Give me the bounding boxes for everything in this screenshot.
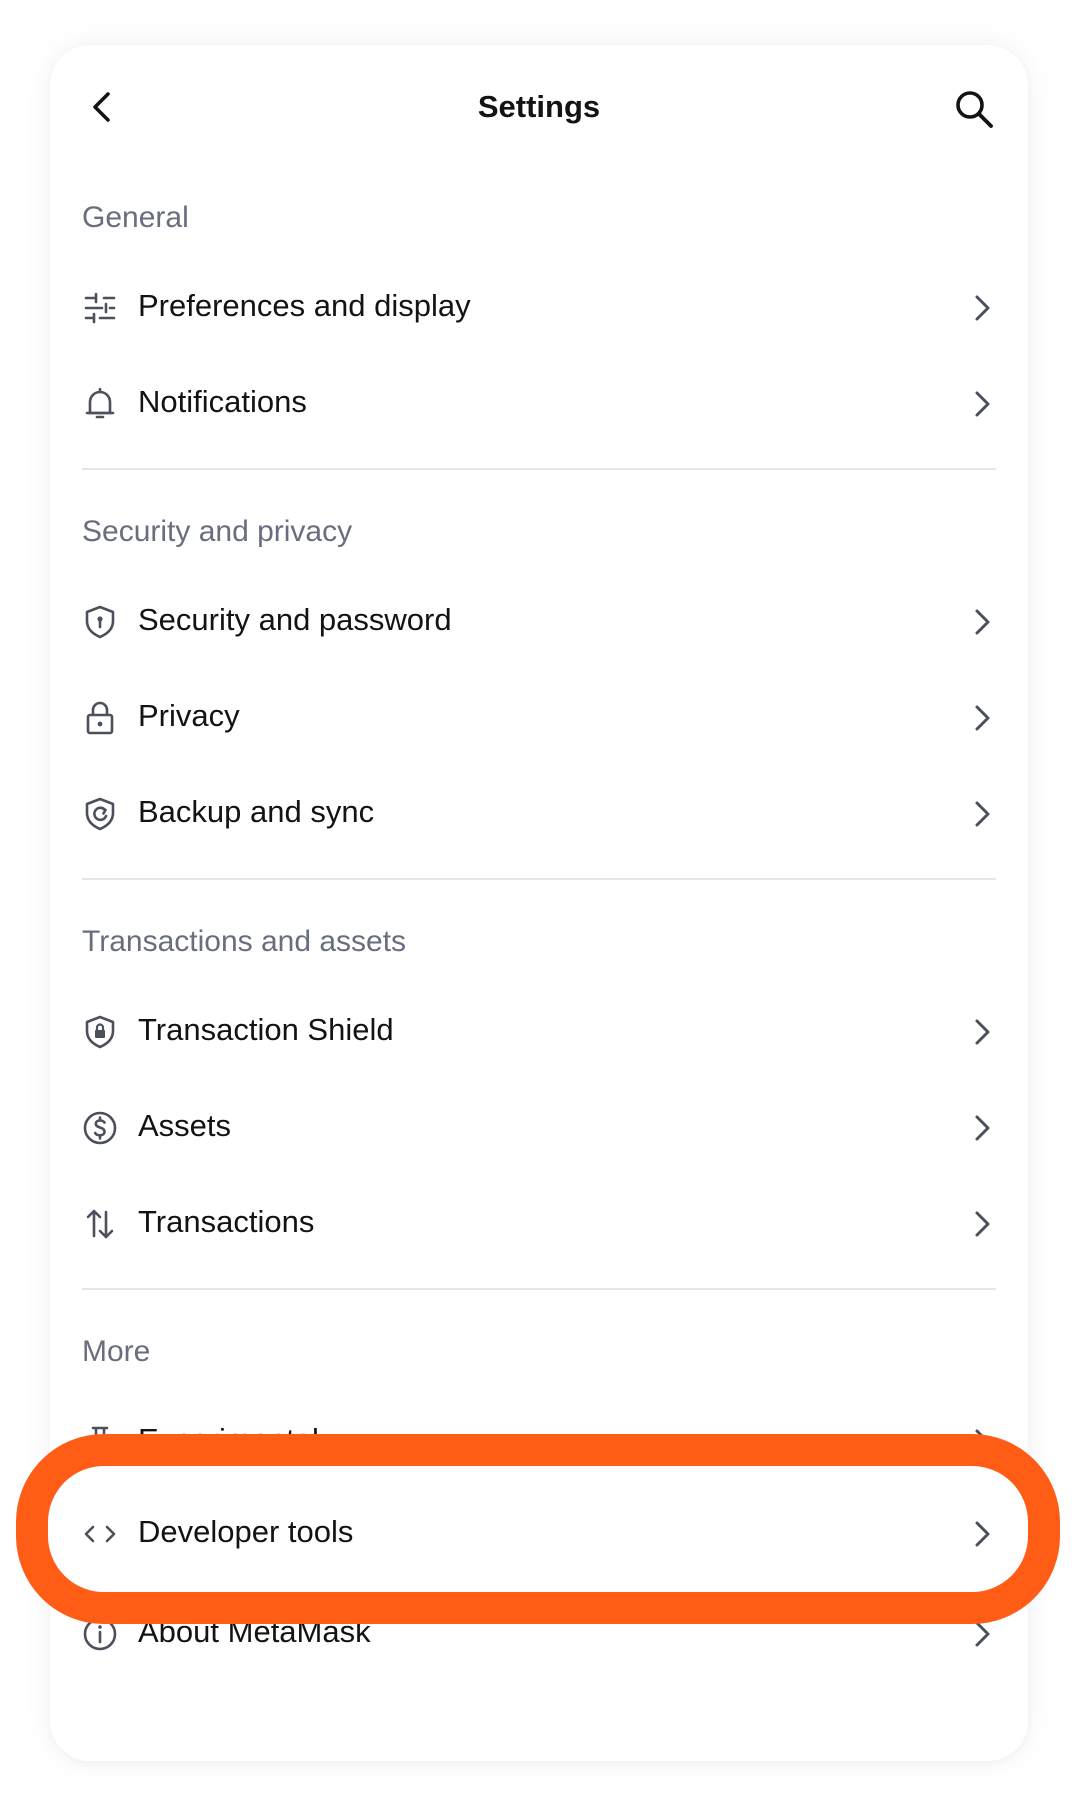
chevron-right-icon — [966, 1112, 998, 1144]
search-button[interactable] — [952, 87, 996, 131]
settings-item-notifications[interactable]: Notifications — [50, 356, 1028, 452]
section-label-general: General — [82, 201, 189, 234]
settings-item-experimental[interactable]: Experimental — [50, 1394, 1028, 1490]
settings-item-security-password[interactable]: Security and password — [50, 574, 1028, 670]
chevron-right-icon — [966, 388, 998, 420]
info-icon — [82, 1616, 118, 1652]
sliders-icon — [82, 290, 118, 326]
settings-item-label: Privacy — [138, 698, 240, 733]
page-title: Settings — [477, 89, 601, 124]
bell-icon — [82, 386, 118, 422]
chevron-right-icon — [966, 292, 998, 324]
settings-item-assets[interactable]: Assets — [50, 1080, 1028, 1176]
shield-lock-icon — [82, 1014, 118, 1050]
chevron-right-icon — [966, 1208, 998, 1240]
settings-item-transactions[interactable]: Transactions — [50, 1176, 1028, 1272]
developer-tools-row-content: Developer tools — [50, 1486, 1028, 1582]
settings-item-label: Transaction Shield — [138, 1012, 394, 1047]
chevron-right-icon — [966, 606, 998, 638]
header: Settings — [50, 45, 1028, 170]
chevron-right-icon — [966, 1518, 998, 1550]
settings-item-transaction-shield[interactable]: Transaction Shield — [50, 984, 1028, 1080]
section-label-security: Security and privacy — [82, 515, 353, 548]
settings-item-preferences[interactable]: Preferences and display — [50, 260, 1028, 356]
lock-icon — [82, 700, 118, 736]
section-label-transactions: Transactions and assets — [82, 925, 407, 958]
divider — [82, 878, 996, 880]
settings-item-label: Preferences and display — [138, 288, 471, 323]
arrows-up-down-icon — [82, 1206, 118, 1242]
settings-item-label: Security and password — [138, 602, 452, 637]
settings-item-label: Notifications — [138, 384, 307, 419]
chevron-right-icon — [966, 1618, 998, 1650]
chevron-right-icon — [966, 1016, 998, 1048]
settings-item-label: Developer tools — [138, 1514, 354, 1549]
settings-item-label: About MetaMask — [138, 1614, 371, 1649]
settings-item-developer-tools[interactable]: Developer tools — [50, 1486, 1028, 1582]
chevron-right-icon — [966, 702, 998, 734]
dollar-circle-icon — [82, 1110, 118, 1146]
settings-item-label: Transactions — [138, 1204, 315, 1239]
divider — [82, 1288, 996, 1290]
chevron-right-icon — [966, 1426, 998, 1458]
settings-item-about[interactable]: About MetaMask — [50, 1586, 1028, 1682]
settings-item-label: Backup and sync — [138, 794, 375, 829]
shield-keyhole-icon — [82, 604, 118, 640]
divider — [82, 468, 996, 470]
search-icon — [956, 91, 993, 128]
shield-sync-icon — [82, 796, 118, 832]
settings-item-backup-sync[interactable]: Backup and sync — [50, 766, 1028, 862]
code-icon — [82, 1516, 118, 1552]
settings-item-privacy[interactable]: Privacy — [50, 670, 1028, 766]
section-label-more: More — [82, 1335, 151, 1368]
settings-item-label: Assets — [138, 1108, 232, 1143]
settings-item-label: Experimental — [138, 1422, 319, 1457]
flask-icon — [82, 1424, 118, 1460]
chevron-right-icon — [966, 798, 998, 830]
